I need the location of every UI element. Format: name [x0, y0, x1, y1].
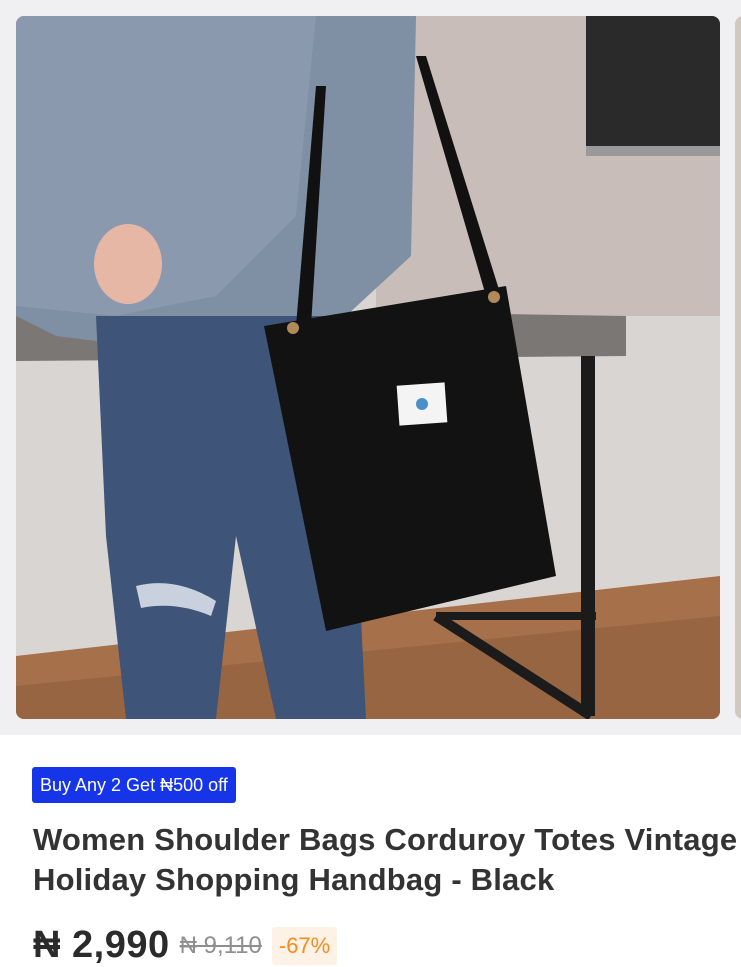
promo-badge[interactable]: Buy Any 2 Get ₦500 off — [32, 767, 236, 803]
discount-badge: -67% — [271, 926, 338, 965]
product-info: Buy Any 2 Get ₦500 off Women Shoulder Ba… — [0, 735, 741, 967]
product-image[interactable] — [16, 16, 720, 719]
product-title: Women Shoulder Bags Corduroy Totes Vinta… — [33, 822, 738, 897]
image-gallery[interactable] — [0, 0, 741, 735]
current-price: ₦ 2,990 — [33, 924, 170, 966]
old-price: ₦ 9,110 — [179, 931, 262, 959]
next-product-image[interactable] — [735, 16, 741, 719]
price-row: ₦ 2,990 ₦ 9,110 -67% — [33, 924, 725, 967]
